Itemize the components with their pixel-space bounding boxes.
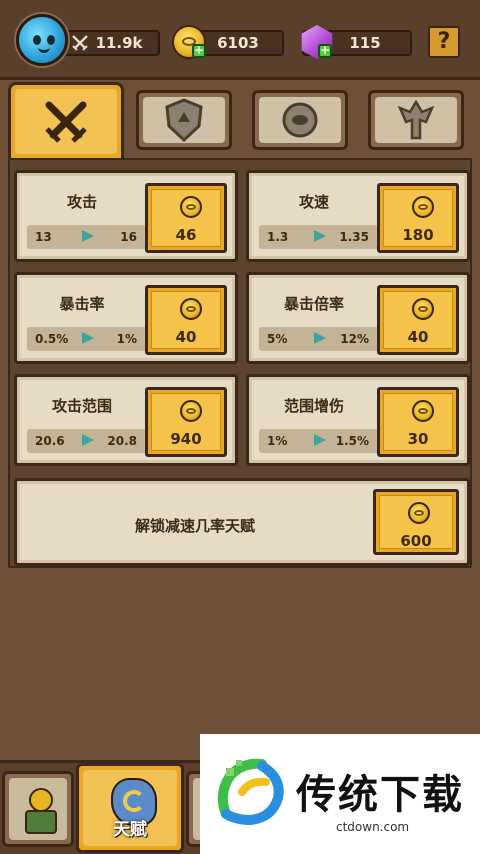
upgrade-button[interactable]: 40 (377, 285, 459, 355)
stat-current: 1% (267, 434, 288, 448)
talent-stat: 1% 1.5% (259, 429, 379, 453)
talent-card: 暴击倍率 5% 12% 40 (246, 272, 470, 364)
talent-name: 攻速 (298, 193, 329, 211)
tab-special[interactable] (368, 90, 464, 150)
upgrade-button[interactable]: 180 (377, 183, 459, 253)
stat-next: 16 (120, 230, 137, 244)
stat-next: 1.5% (335, 434, 369, 448)
crossed-swords-icon (72, 35, 88, 51)
talent-card: 暴击率 0.5% 1% 40 (14, 272, 238, 364)
nav-talent-label: 天赋 (113, 820, 147, 840)
watermark-url: ctdown.com (336, 820, 410, 834)
talent-name: 范围增伤 (283, 397, 344, 415)
talent-stat: 0.5% 1% (27, 327, 147, 351)
talent-card: 攻击范围 20.6 20.8 940 (14, 374, 238, 466)
player-avatar[interactable] (16, 14, 68, 66)
talent-card: 范围增伤 1% 1.5% 30 (246, 374, 470, 466)
talent-category-tabs (0, 82, 480, 160)
gold-coin-icon (412, 298, 434, 320)
gold-value: 6103 (217, 34, 259, 52)
gold-coin-icon (412, 196, 434, 218)
arrow-right-icon (314, 230, 326, 242)
demon-totem-icon (397, 99, 435, 140)
top-resource-bar: 11.9k 6103 + 115 + ? (0, 0, 480, 80)
upgrade-button[interactable]: 40 (145, 285, 227, 355)
stat-next: 20.8 (107, 434, 137, 448)
talent-stat: 20.6 20.8 (27, 429, 147, 453)
upgrade-cost: 40 (407, 328, 429, 346)
gold-coin-icon (408, 502, 430, 524)
round-token-icon (282, 102, 318, 138)
add-gem-icon[interactable]: + (318, 44, 332, 58)
talent-name: 攻击 (66, 193, 97, 211)
hero-icon (23, 788, 59, 838)
talent-card: 攻击 13 16 46 (14, 170, 238, 262)
unlock-button[interactable]: 600 (373, 489, 459, 555)
watermark-title: 传统下载 (296, 772, 464, 818)
stat-current: 20.6 (35, 434, 65, 448)
talent-panel: 攻击 13 16 46 攻速 1.3 1.35 180 暴击率 0.5% 1% (8, 158, 472, 568)
upgrade-cost: 30 (407, 430, 429, 448)
arrow-right-icon (82, 434, 94, 446)
upgrade-button[interactable]: 940 (145, 387, 227, 457)
gem-value: 115 (349, 34, 381, 52)
stat-current: 5% (267, 332, 288, 346)
power-value: 11.9k (95, 34, 143, 52)
stat-current: 0.5% (35, 332, 69, 346)
gold-coin-icon (180, 298, 202, 320)
unlock-talent-card: 解锁减速几率天赋 600 (14, 478, 470, 566)
unlock-cost: 600 (400, 532, 432, 550)
help-icon: ? (437, 29, 451, 54)
shield-icon (165, 98, 203, 142)
upgrade-cost: 180 (402, 226, 434, 244)
tab-support[interactable] (252, 90, 348, 150)
stat-current: 13 (35, 230, 52, 244)
crossed-swords-icon (45, 101, 87, 143)
talent-stat: 5% 12% (259, 327, 379, 351)
arrow-right-icon (82, 332, 94, 344)
gold-coin-icon (412, 400, 434, 422)
upgrade-cost: 40 (175, 328, 197, 346)
nav-talent[interactable]: 天赋 (76, 763, 184, 853)
talent-name: 暴击倍率 (283, 295, 344, 313)
stat-current: 1.3 (267, 230, 289, 244)
gold-coin-icon (180, 196, 202, 218)
nav-hero[interactable] (2, 771, 74, 847)
talent-card: 攻速 1.3 1.35 180 (246, 170, 470, 262)
arrow-right-icon (82, 230, 94, 242)
gold-coin-icon (180, 400, 202, 422)
stat-next: 1% (116, 332, 137, 346)
talent-stat: 1.3 1.35 (259, 225, 379, 249)
add-gold-icon[interactable]: + (192, 44, 206, 58)
upgrade-cost: 940 (170, 430, 202, 448)
talent-name: 暴击率 (59, 295, 105, 313)
tab-defense[interactable] (136, 90, 232, 150)
talent-name: 攻击范围 (51, 397, 112, 415)
unlock-text: 解锁减速几率天赋 (134, 517, 255, 535)
talent-stat: 13 16 (27, 225, 147, 249)
ctdown-logo-icon (217, 758, 284, 826)
upgrade-button[interactable]: 30 (377, 387, 459, 457)
arrow-right-icon (314, 434, 326, 446)
stat-next: 1.35 (339, 230, 369, 244)
upgrade-cost: 46 (175, 226, 197, 244)
upgrade-button[interactable]: 46 (145, 183, 227, 253)
stat-next: 12% (340, 332, 369, 346)
help-button[interactable]: ? (428, 26, 460, 58)
watermark: 传统下载 ctdown.com (200, 734, 480, 854)
arrow-right-icon (314, 332, 326, 344)
tab-attack[interactable] (8, 82, 124, 158)
